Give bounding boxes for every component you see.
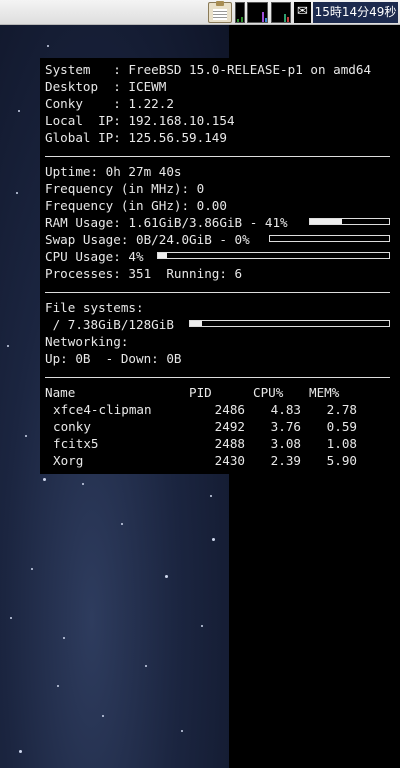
network-traffic-line: Up: 0B - Down: 0B bbox=[45, 351, 182, 366]
cpu-usage-line: CPU Usage: 4% bbox=[45, 249, 144, 264]
divider bbox=[45, 292, 390, 293]
desktop-line: Desktop : ICEWM bbox=[45, 79, 167, 94]
mail-icon[interactable]: ✉ bbox=[294, 2, 311, 23]
frequency-ghz-line: Frequency (in GHz): 0.00 bbox=[45, 198, 227, 213]
process-name: fcitx5 bbox=[53, 436, 99, 451]
process-pid: 2486 bbox=[214, 402, 245, 417]
conky-panel: System : FreeBSD 15.0-RELEASE-p1 on amd6… bbox=[40, 58, 400, 474]
process-mem: 2.78 bbox=[326, 402, 357, 417]
taskbar: ✉ 15時14分49秒 bbox=[0, 0, 400, 25]
memory-meter[interactable] bbox=[271, 2, 291, 23]
network-meter[interactable] bbox=[247, 2, 268, 23]
root-fs-fill bbox=[190, 321, 202, 326]
process-cpu: 3.08 bbox=[270, 436, 301, 451]
frequency-mhz-line: Frequency (in MHz): 0 bbox=[45, 181, 205, 196]
process-name-header: Name bbox=[45, 385, 76, 400]
process-cpu: 4.83 bbox=[270, 402, 301, 417]
local-ip-line: Local IP: 192.168.10.154 bbox=[45, 113, 235, 128]
ram-usage-fill bbox=[310, 219, 343, 224]
file-systems-header: File systems: bbox=[45, 300, 144, 315]
divider bbox=[45, 156, 390, 157]
process-pid: 2492 bbox=[214, 419, 245, 434]
swap-usage-bar bbox=[269, 235, 390, 242]
process-pid-header: PID bbox=[189, 385, 212, 400]
process-cpu-header: CPU% bbox=[253, 385, 284, 400]
conky-version-line: Conky : 1.22.2 bbox=[45, 96, 174, 111]
global-ip-line: Global IP: 125.56.59.149 bbox=[45, 130, 227, 145]
process-name: conky bbox=[53, 419, 91, 434]
process-mem: 5.90 bbox=[326, 453, 357, 468]
process-name: xfce4-clipman bbox=[53, 402, 152, 417]
ram-usage-bar bbox=[309, 218, 390, 225]
system-line: System : FreeBSD 15.0-RELEASE-p1 on amd6… bbox=[45, 62, 372, 77]
clipboard-icon[interactable] bbox=[208, 1, 232, 23]
networking-header: Networking: bbox=[45, 334, 129, 349]
uptime-line: Uptime: 0h 27m 40s bbox=[45, 164, 182, 179]
swap-usage-line: Swap Usage: 0B/24.0GiB - 0% bbox=[45, 232, 250, 247]
divider bbox=[45, 377, 390, 378]
process-mem-header: MEM% bbox=[309, 385, 340, 400]
process-mem: 0.59 bbox=[326, 419, 357, 434]
root-fs-bar bbox=[189, 320, 390, 327]
ram-usage-line: RAM Usage: 1.61GiB/3.86GiB - 41% bbox=[45, 215, 288, 230]
process-pid: 2430 bbox=[214, 453, 245, 468]
cpu-usage-fill bbox=[158, 253, 168, 258]
process-cpu: 2.39 bbox=[270, 453, 301, 468]
cpu-meter[interactable] bbox=[235, 2, 245, 23]
process-pid: 2488 bbox=[214, 436, 245, 451]
process-mem: 1.08 bbox=[326, 436, 357, 451]
empty-desktop-area bbox=[229, 474, 400, 768]
processes-line: Processes: 351 Running: 6 bbox=[45, 266, 243, 281]
clock[interactable]: 15時14分49秒 bbox=[313, 2, 398, 23]
root-fs-line: / 7.38GiB/128GiB bbox=[45, 317, 174, 332]
process-cpu: 3.76 bbox=[270, 419, 301, 434]
process-name: Xorg bbox=[53, 453, 84, 468]
cpu-usage-bar bbox=[157, 252, 390, 259]
